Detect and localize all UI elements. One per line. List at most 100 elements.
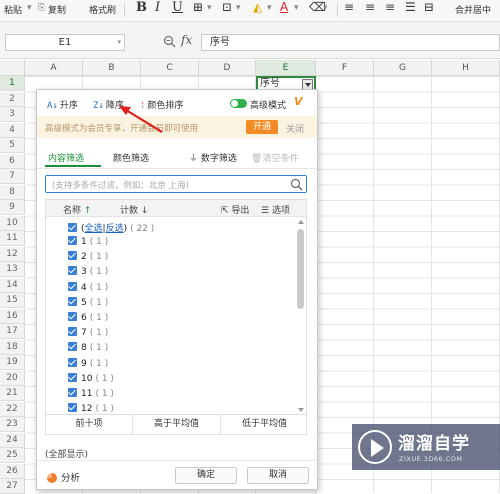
row-header[interactable]: 5 — [0, 138, 25, 153]
sort-descending-button[interactable]: Z↓ 降序 — [93, 98, 124, 111]
list-scrollbar[interactable] — [296, 219, 305, 413]
name-box-dropdown-icon[interactable]: ▾ — [117, 35, 121, 50]
underline-button[interactable]: U — [172, 0, 183, 15]
row-header[interactable]: 17 — [0, 324, 25, 339]
list-item-checkbox[interactable] — [68, 327, 77, 337]
advanced-mode-toggle[interactable] — [230, 99, 247, 108]
list-item-checkbox[interactable] — [68, 251, 77, 261]
row-header[interactable]: 3 — [0, 107, 25, 122]
row-header[interactable]: 2 — [0, 91, 25, 107]
list-item[interactable]: 5( 1 ) — [68, 296, 108, 312]
cancel-button[interactable]: 取消 — [247, 467, 309, 484]
filter-search-input[interactable]: (支持多条件过滤，例如：北京 上海) — [45, 175, 307, 193]
invert-selection-link[interactable]: 反选 — [106, 224, 124, 234]
scroll-thumb[interactable] — [297, 229, 304, 309]
row-header[interactable]: 15 — [0, 293, 25, 308]
list-item-checkbox[interactable] — [68, 296, 77, 306]
paste-dropdown-icon[interactable]: ▾ — [27, 3, 32, 13]
zoom-icon[interactable] — [163, 35, 176, 48]
row-header[interactable]: 1 — [0, 76, 25, 91]
sort-by-count-button[interactable]: 计数 ↓ — [120, 203, 148, 216]
row-header[interactable]: 4 — [0, 122, 25, 138]
column-header-d[interactable]: D — [199, 60, 256, 76]
scroll-down-icon[interactable] — [298, 408, 304, 412]
column-header-a[interactable]: A — [25, 60, 83, 76]
list-item-checkbox[interactable] — [68, 266, 77, 276]
border-dropdown-icon[interactable]: ▾ — [207, 3, 212, 13]
select-all-corner[interactable] — [0, 60, 25, 76]
format-painter-button[interactable]: 格式刷 — [89, 3, 116, 16]
row-header[interactable]: 14 — [0, 277, 25, 293]
select-all-checkbox[interactable] — [68, 223, 77, 232]
options-button[interactable]: ☰ 选项 — [261, 203, 290, 216]
fill-style-icon[interactable]: ⊡ — [222, 0, 232, 14]
fill-color-icon[interactable]: ◭ — [253, 0, 262, 14]
row-header[interactable]: 7 — [0, 169, 25, 184]
list-item-checkbox[interactable] — [68, 372, 77, 382]
row-header[interactable]: 22 — [0, 401, 25, 417]
bold-button[interactable]: B — [136, 0, 147, 15]
column-header-f[interactable]: F — [316, 60, 374, 76]
sort-by-name-button[interactable]: 名称 ↑ — [63, 203, 91, 216]
list-item[interactable]: 7( 1 ) — [68, 327, 108, 342]
ok-button[interactable]: 确定 — [175, 467, 237, 484]
list-item[interactable]: 2( 1 ) — [68, 251, 108, 266]
row-header[interactable]: 21 — [0, 386, 25, 401]
align-center-icon[interactable]: ≡ — [365, 0, 375, 14]
list-item[interactable]: 6( 1 ) — [68, 312, 108, 327]
column-header-g[interactable]: G — [374, 60, 432, 76]
row-header[interactable]: 10 — [0, 215, 25, 231]
row-header[interactable]: 12 — [0, 246, 25, 262]
list-item[interactable]: 4( 1 ) — [68, 281, 108, 297]
above-average-button[interactable]: 高于平均值 — [133, 415, 221, 434]
tab-color-filter[interactable]: 颜色筛选 — [113, 151, 149, 164]
italic-button[interactable]: I — [155, 0, 160, 15]
formula-input[interactable]: 序号 — [201, 34, 500, 51]
font-color-icon[interactable]: A — [280, 0, 288, 14]
list-item-checkbox[interactable] — [68, 403, 77, 413]
open-membership-button[interactable]: 开通 — [246, 120, 278, 134]
list-item[interactable]: 10( 1 ) — [68, 372, 114, 388]
row-header[interactable]: 19 — [0, 355, 25, 370]
list-item[interactable]: 11( 1 ) — [68, 388, 114, 403]
top10-button[interactable]: 前十项 — [46, 415, 133, 434]
color-sort-button[interactable]: ⁞ 颜色排序 — [140, 98, 183, 111]
sort-ascending-button[interactable]: A↓ 升序 — [47, 98, 78, 111]
merge-center-button[interactable]: 合并居中 — [455, 3, 491, 16]
row-header[interactable]: 16 — [0, 308, 25, 324]
column-header-e[interactable]: E — [256, 60, 316, 76]
row-header[interactable]: 20 — [0, 370, 25, 386]
analysis-button[interactable]: 分析 — [47, 470, 80, 484]
align-left-icon[interactable]: ≡ — [344, 0, 354, 14]
row-header[interactable]: 23 — [0, 417, 25, 432]
list-item[interactable]: 8( 1 ) — [68, 342, 108, 357]
list-item-checkbox[interactable] — [68, 357, 77, 367]
align-right-icon[interactable]: ≡ — [385, 0, 395, 14]
list-item[interactable]: 9( 1 ) — [68, 357, 108, 373]
search-icon[interactable] — [290, 178, 303, 191]
list-item[interactable]: 1( 1 ) — [68, 236, 108, 251]
scroll-up-icon[interactable] — [298, 220, 304, 224]
fx-icon[interactable]: fx — [181, 33, 192, 47]
row-header[interactable]: 13 — [0, 262, 25, 277]
row-header[interactable]: 11 — [0, 231, 25, 246]
row-header[interactable]: 8 — [0, 184, 25, 200]
export-button[interactable]: ⇱ 导出 — [221, 203, 249, 216]
align-justify-icon[interactable]: ☰ — [405, 0, 416, 14]
row-header[interactable]: 27 — [0, 479, 25, 494]
row-header[interactable]: 9 — [0, 200, 25, 215]
tab-content-filter[interactable]: 内容筛选 — [48, 151, 84, 164]
list-item-checkbox[interactable] — [68, 388, 77, 397]
column-header-c[interactable]: C — [141, 60, 199, 76]
list-item[interactable]: 3( 1 ) — [68, 266, 108, 281]
merge-icon[interactable]: ⊟ — [424, 0, 434, 14]
select-all-row[interactable]: (全选|反选)( 22 ) — [68, 221, 154, 236]
border-icon[interactable]: ⊞ — [193, 0, 203, 14]
column-header-b[interactable]: B — [83, 60, 141, 76]
font-color-dropdown-icon[interactable]: ▾ — [294, 3, 299, 13]
list-item-checkbox[interactable] — [68, 236, 77, 245]
row-header[interactable]: 18 — [0, 339, 25, 355]
below-average-button[interactable]: 低于平均值 — [221, 415, 308, 434]
row-header[interactable]: 26 — [0, 463, 25, 479]
list-item-checkbox[interactable] — [68, 281, 77, 291]
